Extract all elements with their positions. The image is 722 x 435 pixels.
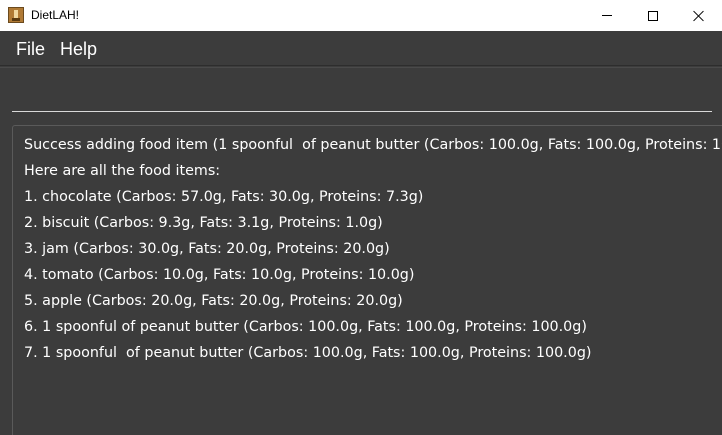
window-title: DietLAH! bbox=[31, 8, 80, 22]
result-line: Here are all the food items: bbox=[24, 163, 221, 179]
close-icon bbox=[693, 10, 705, 22]
result-line: 6. 1 spoonful of peanut butter (Carbos: … bbox=[24, 319, 587, 335]
maximize-icon bbox=[648, 10, 658, 21]
maximize-button[interactable] bbox=[630, 0, 676, 31]
app-window: DietLAH! File Help Success adding food i… bbox=[0, 0, 722, 435]
command-panel bbox=[0, 67, 722, 122]
close-button[interactable] bbox=[676, 0, 722, 31]
menu-help[interactable]: Help bbox=[60, 39, 97, 60]
result-line: 4. tomato (Carbos: 10.0g, Fats: 10.0g, P… bbox=[24, 267, 415, 283]
result-line: 5. apple (Carbos: 20.0g, Fats: 20.0g, Pr… bbox=[24, 293, 403, 309]
result-text: Success adding food item (1 spoonful of … bbox=[24, 135, 722, 369]
command-input[interactable] bbox=[12, 78, 712, 112]
result-display[interactable]: Success adding food item (1 spoonful of … bbox=[12, 125, 722, 435]
result-line: 3. jam (Carbos: 30.0g, Fats: 20.0g, Prot… bbox=[24, 241, 390, 257]
minimize-icon bbox=[602, 15, 612, 16]
app-icon bbox=[8, 7, 24, 23]
result-line: 2. biscuit (Carbos: 9.3g, Fats: 3.1g, Pr… bbox=[24, 215, 383, 231]
title-bar[interactable]: DietLAH! bbox=[0, 0, 722, 31]
minimize-button[interactable] bbox=[584, 0, 630, 31]
result-line: 1. chocolate (Carbos: 57.0g, Fats: 30.0g… bbox=[24, 189, 424, 205]
result-line: Success adding food item (1 spoonful of … bbox=[24, 137, 722, 153]
menu-file[interactable]: File bbox=[16, 39, 45, 60]
result-line: 7. 1 spoonful of peanut butter (Carbos: … bbox=[24, 345, 592, 361]
menu-bar: File Help bbox=[0, 31, 722, 66]
